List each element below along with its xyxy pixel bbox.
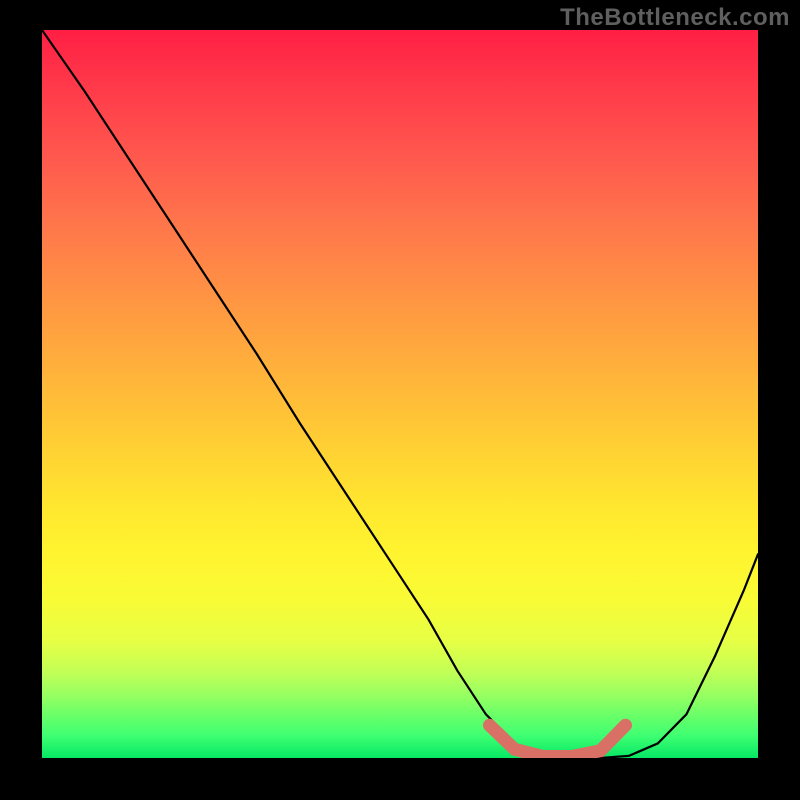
curve-overlay	[42, 30, 758, 758]
optimal-zone-path	[490, 725, 626, 756]
bottleneck-curve-path	[42, 30, 758, 758]
chart-frame: TheBottleneck.com	[0, 0, 800, 800]
watermark-text: TheBottleneck.com	[560, 4, 790, 32]
plot-area	[42, 30, 758, 758]
